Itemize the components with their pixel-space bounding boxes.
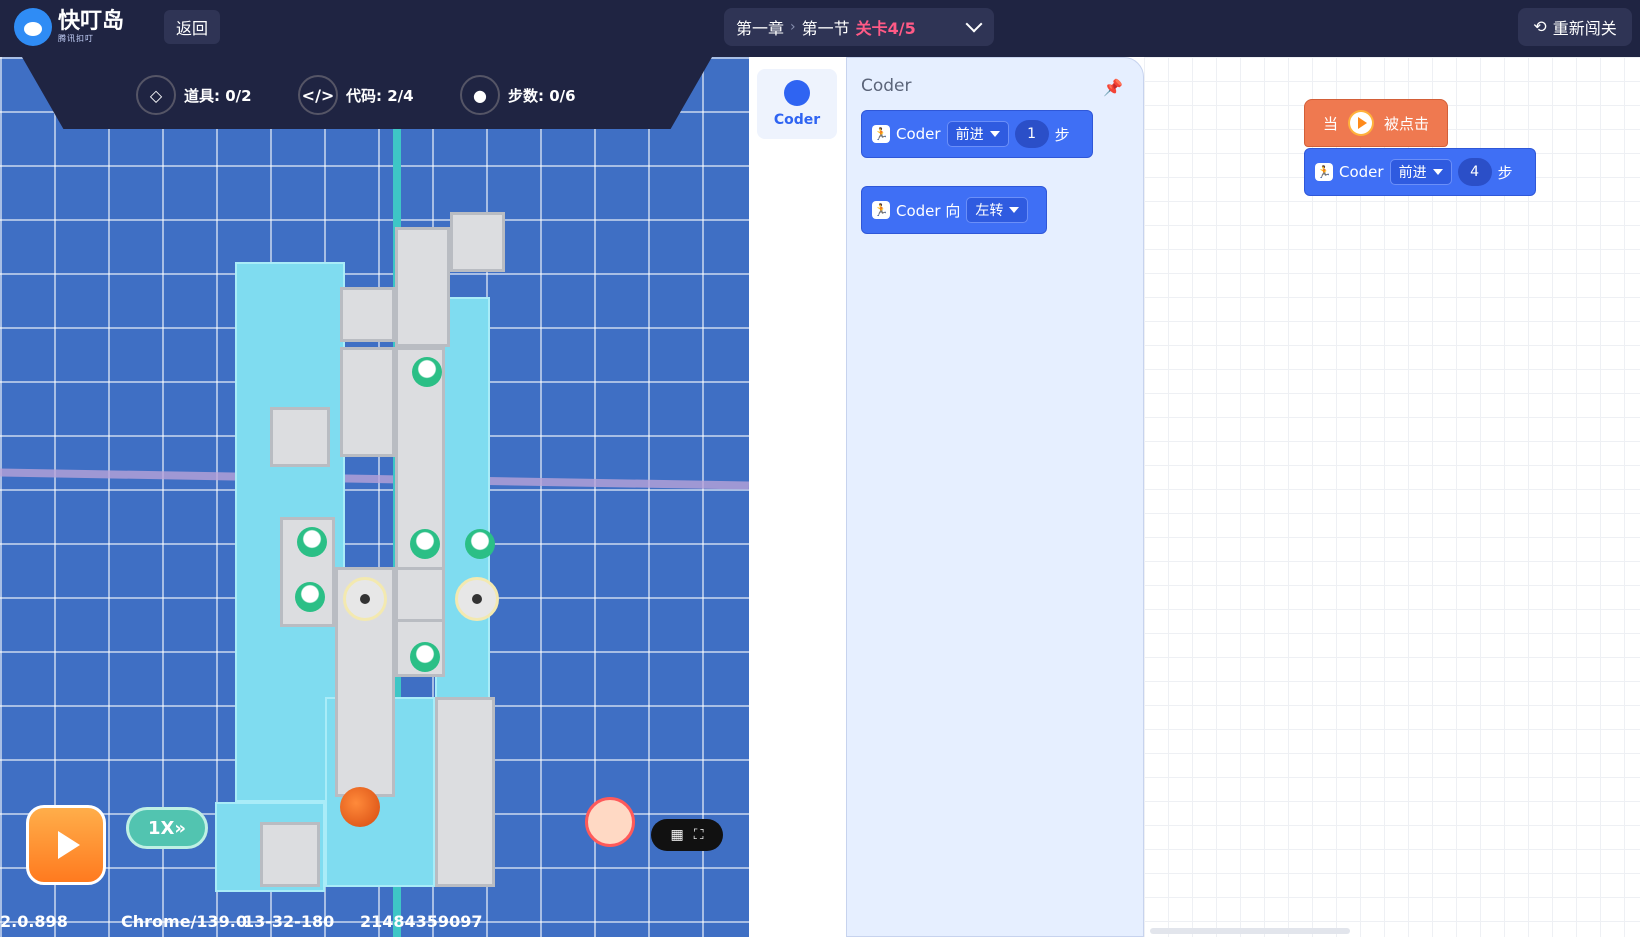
view-controls: ▦ ⛶ <box>651 819 723 851</box>
version-text: 2.0.898 <box>0 912 68 931</box>
top-bar: 快叮岛 腾讯扣叮 返回 第一章 › 第一节 关卡4/5 ⟲ 重新闯关 <box>0 0 1640 57</box>
fast-forward-icon: » <box>174 817 187 839</box>
turn-block[interactable]: 🏃 Coder 向 左转 <box>861 186 1047 234</box>
hat-suffix: 被点击 <box>1384 114 1430 133</box>
gem-item <box>410 529 440 559</box>
runner-icon: 🏃 <box>872 201 890 219</box>
flyout-title: Coder <box>861 76 912 96</box>
action-dropdown[interactable]: 前进 <box>1389 159 1452 185</box>
runner-icon: 🏃 <box>872 125 890 143</box>
code-workspace[interactable]: 当 被点击 🏃 Coder 前进 4 步 <box>1144 57 1640 937</box>
restart-label: 重新闯关 <box>1552 21 1617 38</box>
hud-code: </> 代码: 2/4 <box>298 75 414 115</box>
code-icon: </> <box>298 75 338 115</box>
hud-steps: ● 步数: 0/6 <box>460 75 576 115</box>
direction-dropdown[interactable]: 左转 <box>966 197 1029 223</box>
hat-prefix: 当 <box>1323 114 1339 133</box>
stone-tile <box>395 567 445 622</box>
stone-tile <box>395 347 445 677</box>
game-board <box>210 197 520 892</box>
speed-label: 1X <box>147 817 175 839</box>
category-dot-icon <box>784 80 810 106</box>
footprint-icon: ● <box>460 75 500 115</box>
time-text: 13-32-180 <box>243 912 335 931</box>
section-label: 第一节 <box>801 19 850 38</box>
pin-icon[interactable]: 📌 <box>1103 78 1123 97</box>
gem-item <box>465 529 495 559</box>
debug-info: 2.0.898 Chrome/139.0 13-32-180 214843590… <box>0 912 749 936</box>
cracked-stone-tile <box>435 697 495 887</box>
id-text: 21484359097 <box>360 912 483 931</box>
move-forward-block[interactable]: 🏃 Coder 前进 4 步 <box>1304 148 1536 196</box>
penguin-logo-icon <box>14 8 52 46</box>
block-actor: Coder 向 <box>896 201 961 220</box>
chevron-down-icon <box>965 15 983 33</box>
restart-button[interactable]: ⟲ 重新闯关 <box>1518 8 1632 46</box>
action-dropdown[interactable]: 前进 <box>946 121 1009 147</box>
step-count-input[interactable]: 1 <box>1014 120 1049 148</box>
app-slogan: 腾讯扣叮 <box>58 33 94 43</box>
cracked-stone-tile <box>270 407 330 467</box>
current-level-label: 关卡4/5 <box>855 19 916 38</box>
diamond-icon: ◇ <box>136 75 176 115</box>
hud-panel: ◇ 道具: 0/2 </> 代码: 2/4 ● 步数: 0/6 <box>22 57 712 129</box>
target-hole <box>455 577 499 621</box>
browser-text: Chrome/139.0 <box>121 912 247 931</box>
when-run-clicked-block[interactable]: 当 被点击 <box>1304 99 1448 147</box>
code-counter: 代码: 2/4 <box>346 86 414 105</box>
runner-icon: 🏃 <box>1315 163 1333 181</box>
action-value: 前进 <box>1398 165 1427 181</box>
stone-pillar <box>395 227 450 347</box>
grid-icon[interactable]: ▦ <box>670 827 683 843</box>
chevron-right-icon: › <box>790 19 796 35</box>
player-character <box>340 787 380 827</box>
block-actor: Coder <box>896 125 941 143</box>
gem-item <box>295 582 325 612</box>
action-value: 前进 <box>955 127 984 143</box>
hud-items: ◇ 道具: 0/2 <box>136 75 252 115</box>
cracked-stone-tile <box>260 822 320 887</box>
run-flag-icon <box>1348 110 1374 136</box>
block-unit: 步 <box>1054 125 1070 144</box>
refresh-icon: ⟲ <box>1533 19 1547 36</box>
move-forward-block[interactable]: 🏃 Coder 前进 1 步 <box>861 110 1093 158</box>
game-stage[interactable]: ◇ 道具: 0/2 </> 代码: 2/4 ● 步数: 0/6 1X » ▦ ⛶… <box>0 57 749 937</box>
back-button[interactable]: 返回 <box>164 10 220 44</box>
category-coder[interactable]: Coder <box>757 69 837 139</box>
step-count-input[interactable]: 4 <box>1457 158 1492 186</box>
cracked-stone-tile <box>340 287 395 342</box>
items-counter: 道具: 0/2 <box>184 86 252 105</box>
block-flyout: Coder 📌 🏃 Coder 前进 1 步 🏃 Coder 向 左转 <box>846 57 1144 937</box>
block-categories: Coder <box>749 57 847 937</box>
gem-item <box>410 642 440 672</box>
horizontal-scrollbar[interactable] <box>1150 928 1350 934</box>
stone-pillar <box>450 212 505 272</box>
category-label: Coder <box>773 112 821 128</box>
gem-item <box>412 357 442 387</box>
speed-toggle-button[interactable]: 1X » <box>126 807 208 849</box>
run-button[interactable] <box>26 805 106 885</box>
app-name: 快叮岛 <box>58 8 125 34</box>
block-unit: 步 <box>1497 163 1513 182</box>
stone-tile <box>340 347 395 457</box>
steps-counter: 步数: 0/6 <box>508 86 576 105</box>
block-actor: Coder <box>1339 163 1384 181</box>
target-hole <box>343 577 387 621</box>
character-avatar[interactable] <box>585 797 635 847</box>
level-selector[interactable]: 第一章 › 第一节 关卡4/5 <box>724 8 994 46</box>
play-icon <box>58 831 80 859</box>
app-logo[interactable]: 快叮岛 腾讯扣叮 <box>14 8 124 46</box>
fullscreen-icon[interactable]: ⛶ <box>694 827 704 843</box>
gem-item <box>297 527 327 557</box>
direction-value: 左转 <box>975 203 1004 219</box>
chapter-label: 第一章 <box>736 19 785 38</box>
